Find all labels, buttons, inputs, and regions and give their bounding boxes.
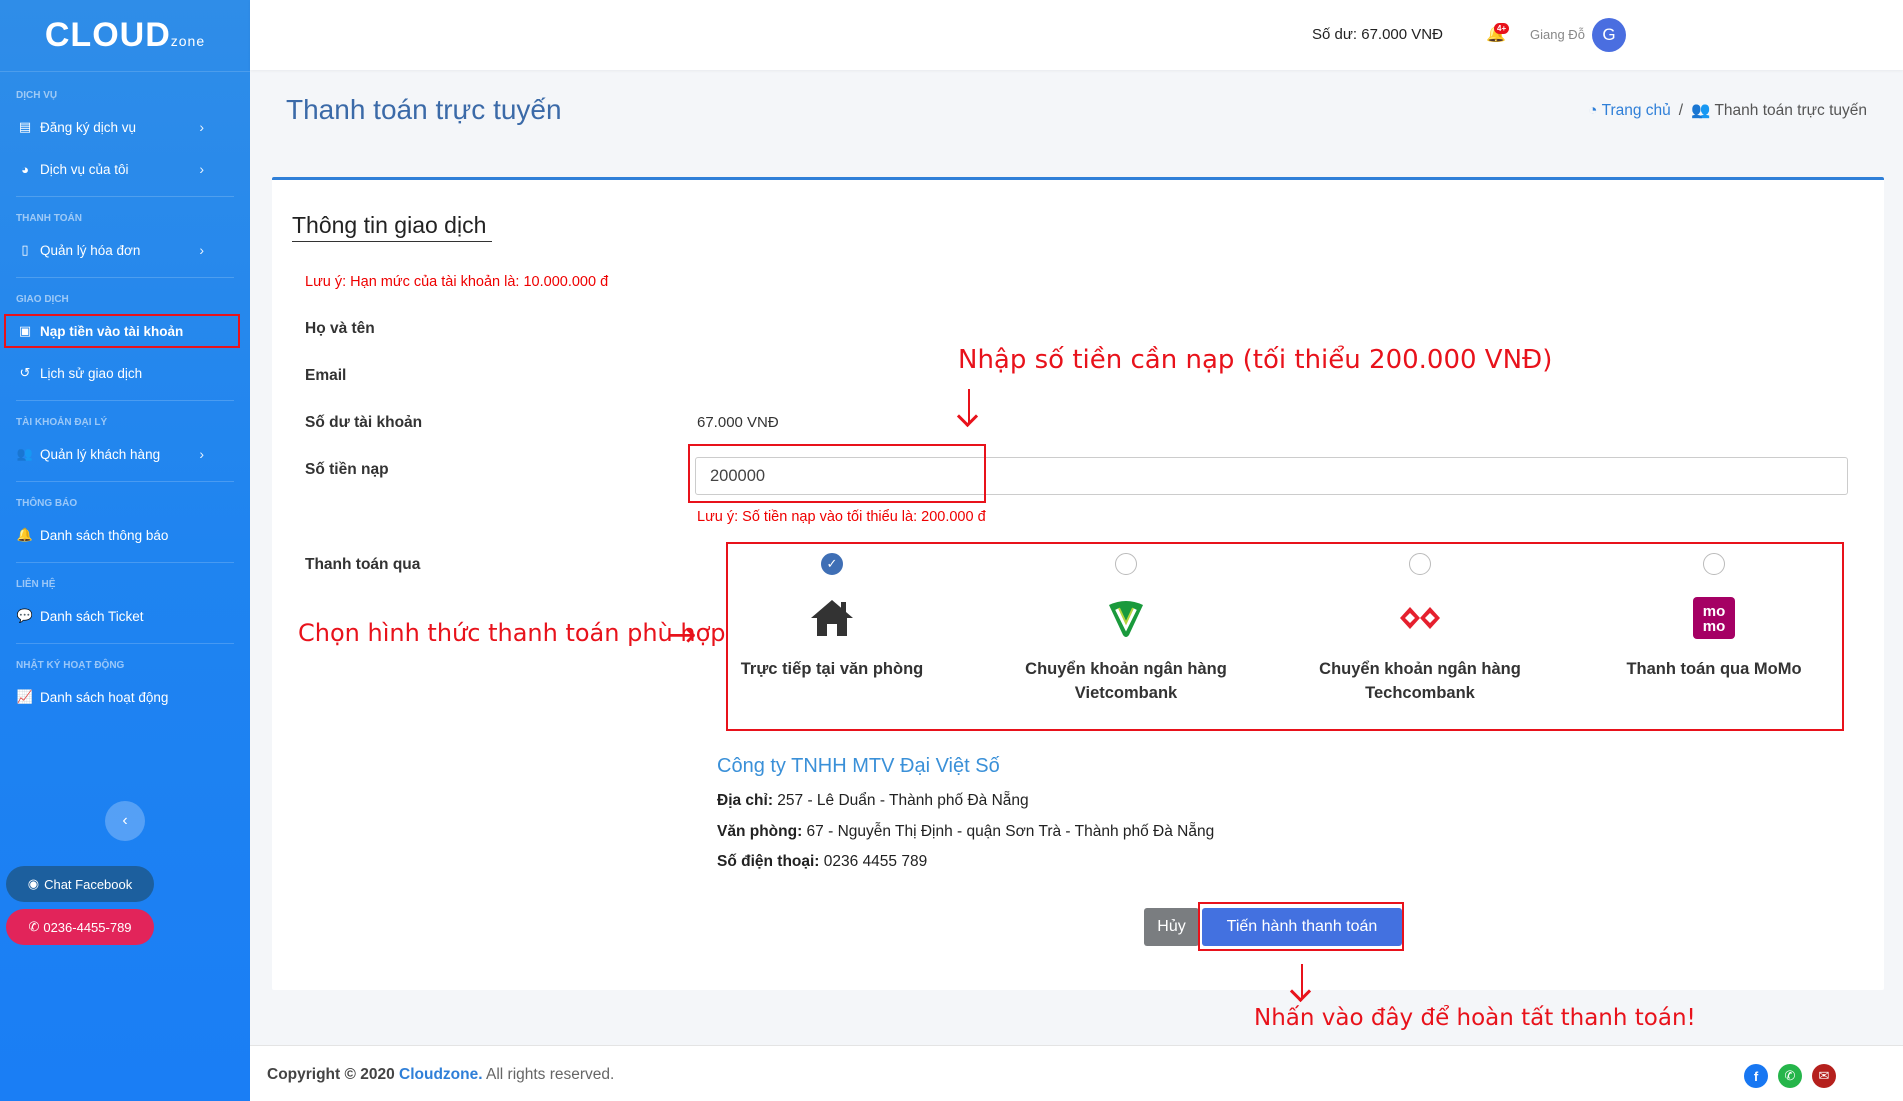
sidebar-section-title: LIÊN HỆ <box>16 579 56 590</box>
phone-icon: ✆ <box>28 919 40 934</box>
users-icon: 👥 <box>1691 102 1711 119</box>
sidebar-item[interactable]: ▯ Quản lý hóa đơn › <box>0 229 250 271</box>
sidebar-item[interactable]: ▣ Nạp tiền vào tài khoản <box>4 314 240 348</box>
office-line: Văn phòng: 67 - Nguyễn Thị Định - quận S… <box>717 823 1215 840</box>
dashboard-icon: ◔ <box>1588 101 1598 119</box>
limit-note: Lưu ý: Hạn mức của tài khoản là: 10.000.… <box>305 274 609 290</box>
pay-button-highlight-box <box>1198 902 1404 951</box>
amount-highlight-box <box>688 444 986 503</box>
sidebar: CLOUDzone DỊCH VỤ ▤ Đăng ký dịch vụ › ◕ Dịch … <box>0 0 250 1101</box>
annotation-click-here: Nhấn vào đây để hoàn tất thanh toán! <box>1254 1005 1696 1031</box>
annotation-choose-method: Chọn hình thức thanh toán phù hợp <box>298 619 726 647</box>
breadcrumb-current: 👥 Thanh toán trực tuyến <box>1691 102 1867 119</box>
chevron-right-icon: › <box>199 242 204 258</box>
chevron-right-icon: › <box>199 161 204 177</box>
avatar[interactable]: G <box>1592 18 1626 52</box>
sidebar-divider <box>16 400 234 401</box>
messenger-icon: ◉ <box>27 876 40 891</box>
store-icon: ▤ <box>18 119 32 134</box>
sidebar-section-title: THÔNG BÁO <box>16 498 78 509</box>
chevron-right-icon: › <box>199 446 204 462</box>
brand-link[interactable]: Cloudzone. <box>399 1066 483 1083</box>
sidebar-divider <box>16 277 234 278</box>
topbar <box>250 0 1903 70</box>
sidebar-item-label: Lịch sử giao dịch <box>40 365 143 381</box>
sidebar-section-title: NHẬT KÝ HOẠT ĐỘNG <box>16 660 125 671</box>
sidebar-divider <box>16 481 234 482</box>
footer: Copyright © 2020 Cloudzone. All rights r… <box>250 1045 1903 1101</box>
sidebar-nav: DỊCH VỤ ▤ Đăng ký dịch vụ › ◕ Dịch vụ của tôi… <box>0 72 250 718</box>
facebook-icon[interactable]: f <box>1744 1064 1768 1088</box>
balance-label: Số dư tài khoản <box>305 414 423 431</box>
sidebar-item-label: Danh sách thông báo <box>40 527 169 543</box>
card-title: Thông tin giao dịch <box>292 212 493 242</box>
chat-facebook-button[interactable]: ◉ Chat Facebook <box>6 866 154 902</box>
amount-label: Số tiền nạp <box>305 461 389 478</box>
amount-note: Lưu ý: Số tiền nạp vào tối thiểu là: 200… <box>697 509 986 525</box>
chat-facebook-label: Chat Facebook <box>44 876 133 892</box>
sidebar-collapse-button[interactable]: ‹ <box>105 801 145 841</box>
sidebar-item[interactable]: 📈 Danh sách hoạt động <box>0 676 250 718</box>
mail-icon[interactable]: ✉ <box>1812 1064 1836 1088</box>
sidebar-item-label: Đăng ký dịch vụ <box>40 119 137 135</box>
sidebar-item-label: Danh sách Ticket <box>40 608 144 624</box>
sidebar-item-label: Nạp tiền vào tài khoản <box>40 323 184 339</box>
sidebar-item-label: Danh sách hoạt động <box>40 689 169 705</box>
arrow-right-icon: → <box>668 615 697 655</box>
phone-line: Số điện thoại: 0236 4455 789 <box>717 853 928 870</box>
breadcrumb: ◔ Trang chủ / 👥 Thanh toán trực tuyến <box>1588 101 1867 120</box>
payment-methods-highlight-box <box>726 542 1844 731</box>
file-icon: ▯ <box>21 242 29 257</box>
chevron-right-icon: › <box>199 119 204 135</box>
balance-value: 67.000 VNĐ <box>697 414 779 431</box>
sidebar-item-label: Dịch vụ của tôi <box>40 161 129 177</box>
sidebar-section-title: DỊCH VỤ <box>16 90 58 101</box>
sidebar-item[interactable]: ◕ Dịch vụ của tôi › <box>0 148 250 190</box>
sidebar-item-label: Quản lý hóa đơn <box>40 242 141 258</box>
sidebar-item[interactable]: 👥 Quản lý khách hàng › <box>0 433 250 475</box>
chart-pie-icon: ◕ <box>21 161 29 177</box>
notification-badge: 4+ <box>1494 23 1510 34</box>
email-label: Email <box>305 367 347 384</box>
sidebar-divider <box>16 562 234 563</box>
phone-button[interactable]: ✆ 0236-4455-789 <box>6 909 154 945</box>
breadcrumb-separator: / <box>1678 101 1684 119</box>
sidebar-divider <box>16 643 234 644</box>
sidebar-item[interactable]: 🔔 Danh sách thông báo <box>0 514 250 556</box>
users-icon: 👥 <box>16 446 34 461</box>
history-icon: ↺ <box>19 365 31 380</box>
chart-line-icon: 📈 <box>16 689 34 704</box>
sidebar-section-title: TÀI KHOẢN ĐẠI LÝ <box>16 417 108 428</box>
sidebar-item-label: Quản lý khách hàng <box>40 446 161 462</box>
sidebar-section-title: THANH TOÁN <box>16 213 82 224</box>
breadcrumb-home[interactable]: ◔ Trang chủ <box>1588 102 1671 120</box>
name-label: Họ và tên <box>305 320 375 337</box>
page-title: Thanh toán trực tuyến <box>286 94 562 125</box>
cancel-button[interactable]: Hủy <box>1144 908 1199 946</box>
phone-label: 0236-4455-789 <box>43 919 132 935</box>
account-balance: Số dư: 67.000 VNĐ <box>1312 26 1443 43</box>
copyright: Copyright © 2020 Cloudzone. All rights r… <box>267 1066 615 1083</box>
logo[interactable]: CLOUDzone <box>0 0 250 72</box>
arrow-down-icon <box>1301 964 1303 998</box>
sidebar-item[interactable]: ▤ Đăng ký dịch vụ › <box>0 106 250 148</box>
comments-icon: 💬 <box>16 608 34 623</box>
username[interactable]: Giang Đỗ <box>1530 27 1585 42</box>
logo-text: CLOUDzone <box>44 16 206 54</box>
arrow-down-icon <box>968 389 970 423</box>
annotation-enter-amount: Nhập số tiền cần nạp (tối thiểu 200.000 … <box>958 345 1553 375</box>
sidebar-item[interactable]: 💬 Danh sách Ticket <box>0 595 250 637</box>
company-name: Công ty TNHH MTV Đại Việt Số <box>717 755 1000 777</box>
sidebar-section-title: GIAO DỊCH <box>16 294 69 305</box>
phone-icon[interactable]: ✆ <box>1778 1064 1802 1088</box>
bell-icon: 🔔 <box>16 527 34 542</box>
address-line: Địa chỉ: 257 - Lê Duẩn - Thành phố Đà Nẵ… <box>717 792 1029 809</box>
pay-via-label: Thanh toán qua <box>305 556 421 573</box>
sidebar-divider <box>16 196 234 197</box>
sidebar-item[interactable]: ↺ Lịch sử giao dịch <box>0 352 250 394</box>
wallet-icon: ▣ <box>18 323 32 338</box>
